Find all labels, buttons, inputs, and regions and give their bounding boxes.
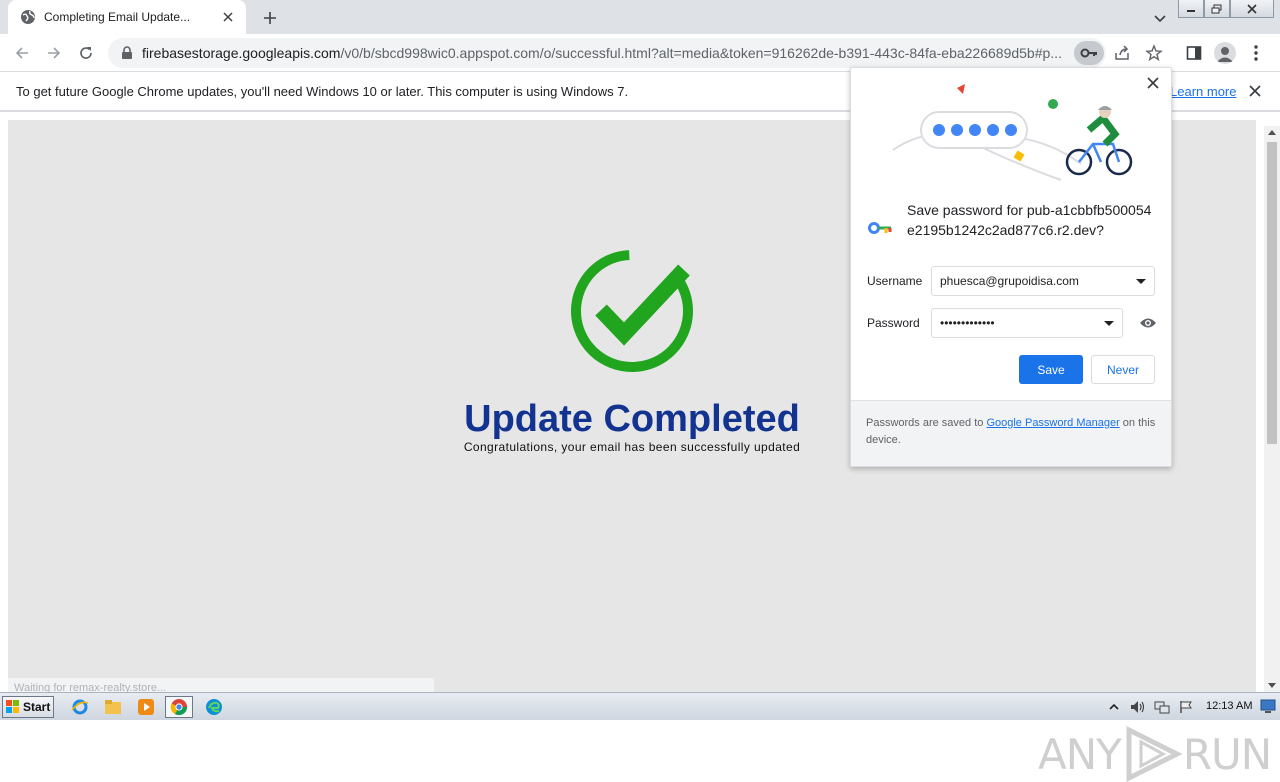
- password-manager-link[interactable]: Google Password Manager: [986, 417, 1119, 429]
- restore-icon[interactable]: [1204, 0, 1230, 18]
- password-field[interactable]: •••••••••••••: [931, 308, 1123, 338]
- volume-icon[interactable]: [1130, 699, 1146, 715]
- windows-taskbar: Start 12:13 AM: [0, 692, 1280, 720]
- watermark-left: ANY: [1038, 729, 1122, 779]
- url-text: firebasestorage.googleapis.com/v0/b/sbcd…: [142, 45, 1062, 61]
- save-button[interactable]: Save: [1019, 355, 1083, 384]
- browser-tab[interactable]: Completing Email Update...: [8, 0, 246, 34]
- share-icon[interactable]: [1109, 40, 1135, 66]
- window-close-icon[interactable]: [1230, 0, 1274, 18]
- address-bar[interactable]: firebasestorage.googleapis.com/v0/b/sbcd…: [108, 38, 1106, 68]
- username-label: Username: [867, 274, 923, 288]
- edge-taskbar-icon[interactable]: [200, 696, 228, 718]
- new-tab-icon[interactable]: [258, 6, 282, 30]
- username-value: phuesca@grupoidisa.com: [940, 274, 1079, 288]
- side-panel-icon[interactable]: [1181, 40, 1207, 66]
- save-password-dialog: Save password for pub-a1cbbfb500054e2195…: [850, 67, 1172, 467]
- show-desktop-icon[interactable]: [1260, 698, 1276, 714]
- show-password-eye-icon[interactable]: [1139, 316, 1157, 330]
- cyclist-illustration-icon: [892, 84, 1133, 181]
- chrome-taskbar-icon[interactable]: [165, 696, 193, 718]
- network-icon[interactable]: [1154, 699, 1170, 715]
- password-dropdown-icon[interactable]: [1104, 320, 1114, 326]
- tab-search-chevron-icon[interactable]: [1150, 8, 1170, 28]
- dialog-title: Save password for pub-a1cbbfb500054e2195…: [907, 202, 1152, 238]
- infobar-message: To get future Google Chrome updates, you…: [16, 84, 629, 99]
- google-key-icon: [868, 222, 892, 234]
- globe-icon: [21, 10, 35, 24]
- scroll-thumb[interactable]: [1267, 142, 1277, 444]
- bookmark-star-icon[interactable]: [1141, 40, 1167, 66]
- dialog-close-icon[interactable]: [1147, 76, 1163, 92]
- tab-title: Completing Email Update...: [44, 10, 191, 24]
- tab-close-icon[interactable]: [220, 9, 236, 25]
- watermark-right: RUN: [1182, 729, 1272, 779]
- media-player-icon[interactable]: [132, 696, 160, 718]
- scroll-up-icon[interactable]: [1268, 130, 1276, 135]
- url-path: /v0/b/sbcd998wic0.appspot.com/o/successf…: [340, 45, 1062, 61]
- forward-icon[interactable]: [41, 40, 67, 66]
- window-controls: [1178, 0, 1274, 18]
- never-button[interactable]: Never: [1091, 355, 1155, 384]
- tab-strip: Completing Email Update...: [0, 0, 1280, 34]
- vertical-scrollbar[interactable]: [1264, 126, 1280, 692]
- windows-logo-icon: [6, 700, 19, 713]
- reload-icon[interactable]: [73, 40, 99, 66]
- internet-explorer-icon[interactable]: [66, 696, 94, 718]
- infobar-close-icon[interactable]: [1248, 84, 1264, 100]
- profile-avatar-icon[interactable]: [1212, 40, 1238, 66]
- password-value: •••••••••••••: [940, 316, 995, 330]
- start-button[interactable]: Start: [2, 696, 54, 718]
- menu-kebab-icon[interactable]: [1243, 40, 1269, 66]
- play-logo-icon: [1126, 726, 1183, 782]
- minimize-icon[interactable]: [1178, 0, 1204, 18]
- scroll-down-icon[interactable]: [1268, 683, 1276, 688]
- url-host: firebasestorage.googleapis.com: [142, 45, 341, 61]
- dialog-footer: Passwords are saved to Google Password M…: [851, 400, 1171, 466]
- file-explorer-icon[interactable]: [99, 696, 127, 718]
- password-key-icon[interactable]: [1074, 41, 1104, 65]
- checkmark-circle-icon: [571, 250, 693, 372]
- tray-expand-icon[interactable]: [1106, 699, 1122, 715]
- start-label: Start: [23, 700, 51, 714]
- back-icon[interactable]: [9, 40, 35, 66]
- taskbar-clock: 12:13 AM: [1206, 700, 1253, 712]
- footer-prefix: Passwords are saved to: [866, 417, 987, 429]
- password-label: Password: [867, 316, 920, 330]
- learn-more-link[interactable]: Learn more: [1170, 84, 1236, 99]
- username-field[interactable]: phuesca@grupoidisa.com: [931, 266, 1155, 296]
- anyrun-watermark: ANY RUN: [1038, 726, 1272, 782]
- lock-icon[interactable]: [120, 46, 134, 60]
- username-dropdown-icon[interactable]: [1136, 278, 1146, 284]
- action-center-flag-icon[interactable]: [1178, 699, 1194, 715]
- system-tray: [1106, 696, 1194, 718]
